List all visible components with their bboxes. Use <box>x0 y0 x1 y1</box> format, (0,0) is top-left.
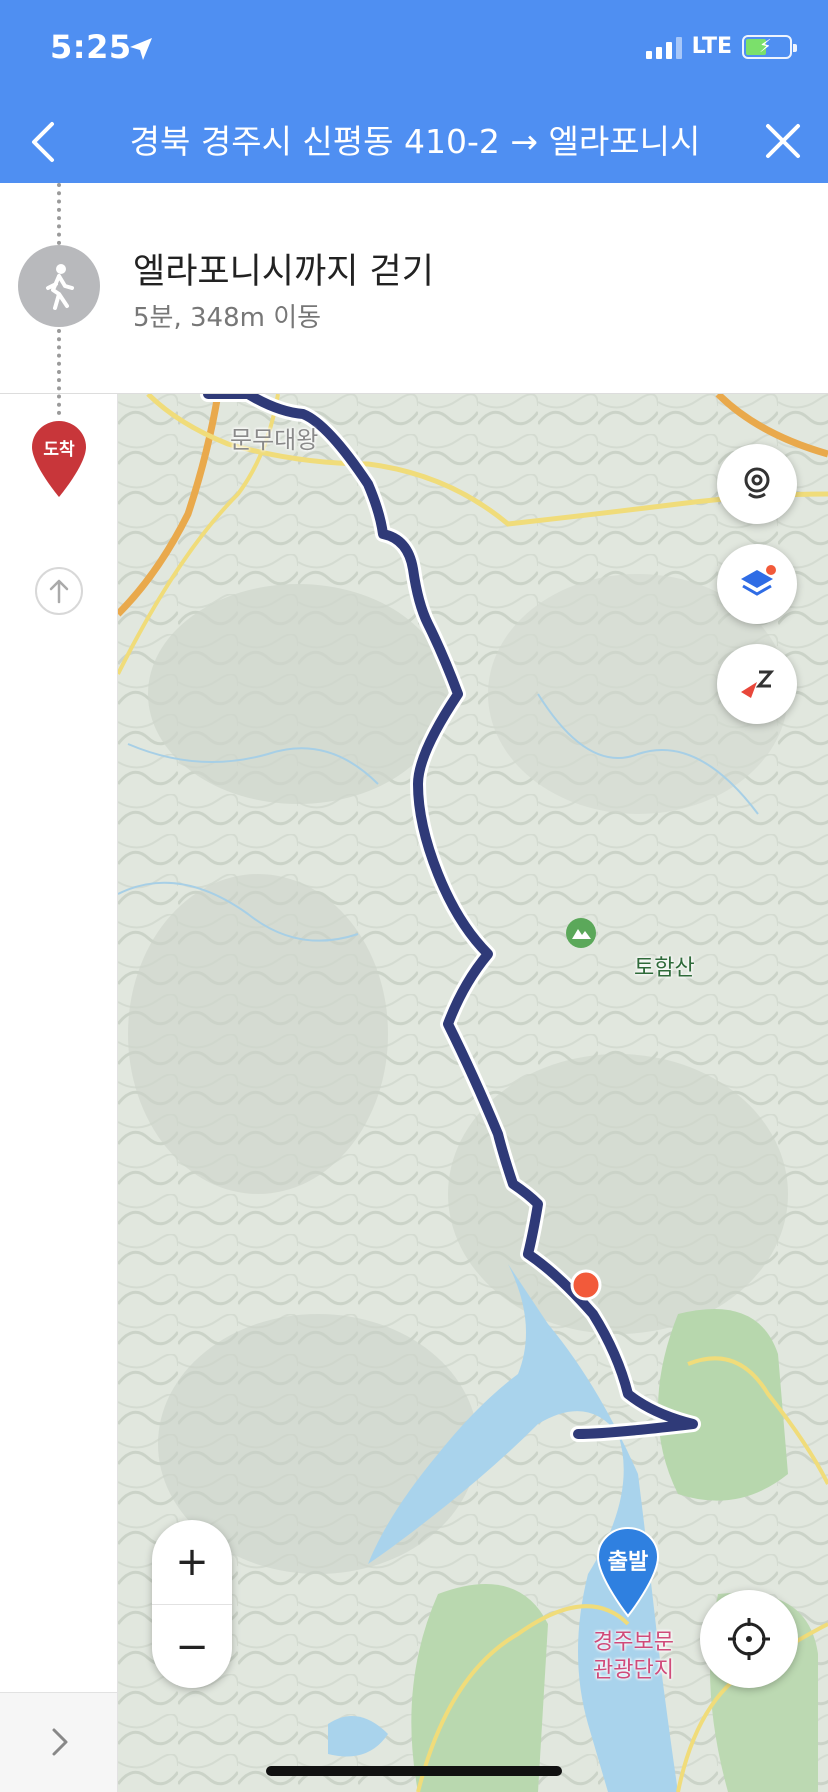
chevron-left-icon <box>32 122 54 162</box>
step-subtitle: 5분, 348m 이동 <box>133 303 322 333</box>
mountain-icon <box>566 918 596 948</box>
route-dots-middle <box>57 329 61 415</box>
battery-charging-icon: ⚡ <box>742 34 797 59</box>
layers-icon <box>741 565 776 596</box>
home-indicator[interactable] <box>266 1766 562 1776</box>
my-location-button[interactable] <box>700 1590 798 1688</box>
zoom-out-button[interactable]: − <box>152 1604 232 1688</box>
mountain-label: 토함산 <box>634 956 695 981</box>
layers-button[interactable] <box>717 544 797 624</box>
expand-panel-button[interactable] <box>44 1722 74 1762</box>
network-label: LTE <box>691 34 732 59</box>
street-view-button[interactable] <box>717 444 797 524</box>
step-rail: 도착 <box>0 183 118 1792</box>
status-indicators: LTE ⚡ <box>645 34 797 59</box>
start-label: 출발 <box>607 1550 649 1575</box>
zoom-in-button[interactable]: + <box>152 1520 232 1604</box>
chevron-right-icon <box>52 1728 68 1756</box>
step-title: 엘라포니시까지 걷기 <box>133 252 434 292</box>
arrow-up-icon <box>49 579 69 604</box>
app-screen: 문무대왕 토함산 경주보문 관광단지 + − 출발 5:25 LTE ⚡ 경북 … <box>0 0 828 1792</box>
zoom-out-label: − <box>175 1623 209 1670</box>
poi-marker[interactable] <box>570 1269 602 1301</box>
signal-icon <box>645 35 682 59</box>
route-step-card[interactable]: 엘라포니시까지 걷기 5분, 348m 이동 <box>0 183 828 394</box>
close-button[interactable] <box>760 118 806 164</box>
walk-step-marker[interactable] <box>18 245 100 327</box>
zoom-in-label: + <box>175 1539 209 1585</box>
close-icon <box>766 124 800 158</box>
zoom-control: + − <box>152 1520 232 1688</box>
compass-button[interactable] <box>717 644 797 724</box>
walking-icon <box>46 264 74 310</box>
back-button[interactable] <box>24 116 64 168</box>
arrival-label: 도착 <box>43 440 75 460</box>
route-title: 경북 경주시 신평동 410-2 → 엘라포니시 <box>129 122 701 161</box>
scroll-up-button[interactable] <box>35 567 83 615</box>
street-view-icon <box>744 467 770 499</box>
header-bar: 5:25 LTE ⚡ 경북 경주시 신평동 410-2 → 엘라포니시 <box>0 0 828 183</box>
route-dots-top <box>57 183 61 245</box>
compass-icon <box>741 670 775 698</box>
location-arrow-icon <box>130 38 152 60</box>
my-location-icon <box>728 1618 770 1660</box>
status-time: 5:25 <box>50 28 132 66</box>
resort-label-line2: 관광단지 <box>593 1658 674 1683</box>
town-label: 문무대왕 <box>230 426 319 454</box>
